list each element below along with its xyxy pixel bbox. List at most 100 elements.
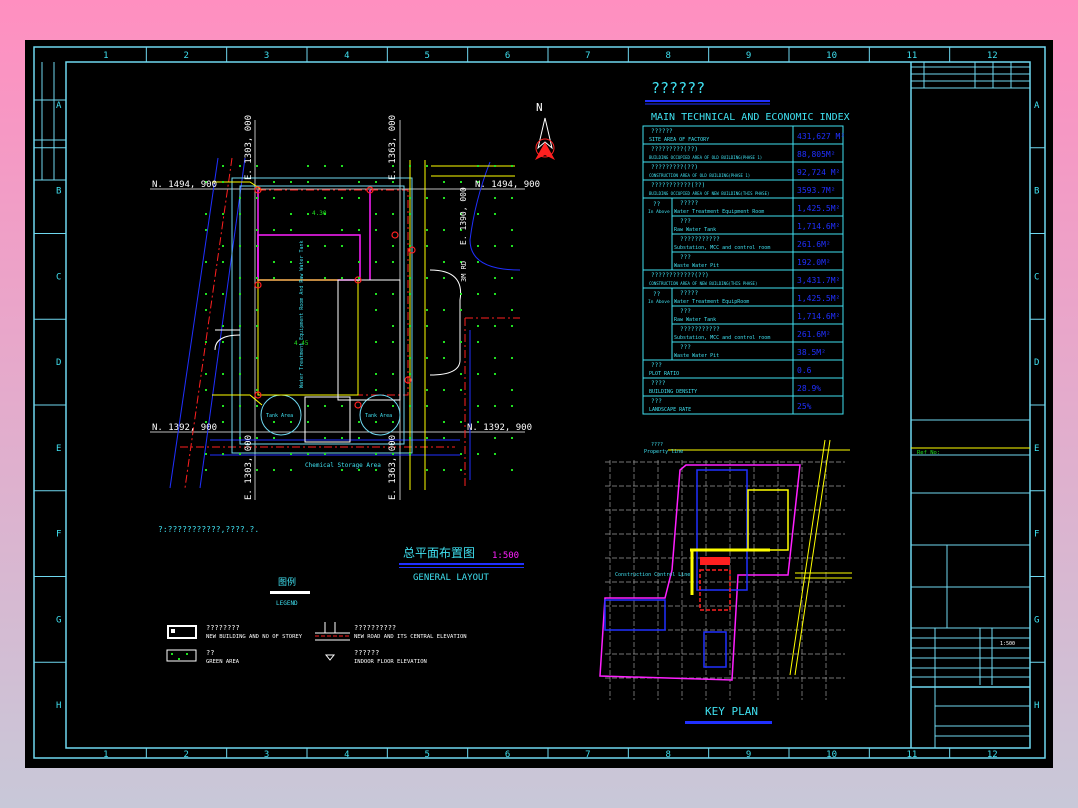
- key-plan-title: KEY PLAN: [705, 705, 758, 718]
- grid-e-right-bottom: E. 1363, 000: [388, 435, 398, 500]
- column-label-top: 2: [184, 51, 189, 61]
- green-area-mark: [477, 293, 479, 295]
- general-layout-scale: 1:500: [492, 551, 519, 561]
- index-row-cn: ??????: [651, 128, 673, 135]
- green-area-mark: [205, 389, 207, 391]
- green-area-mark: [324, 245, 326, 247]
- grid-e-left-bottom: E. 1303, 000: [244, 435, 254, 500]
- index-row-cn: ???: [651, 398, 662, 405]
- green-area-mark: [290, 181, 292, 183]
- green-area-mark: [256, 245, 258, 247]
- green-area-mark: [358, 229, 360, 231]
- green-area-mark: [307, 165, 309, 167]
- green-area-mark: [409, 373, 411, 375]
- row-label-left: H: [56, 701, 61, 711]
- green-area-mark: [375, 309, 377, 311]
- green-area-mark: [358, 469, 360, 471]
- column-label-top: 11: [907, 51, 918, 61]
- green-area-mark: [341, 437, 343, 439]
- green-area-mark: [205, 261, 207, 263]
- row-label-right: A: [1034, 101, 1040, 111]
- index-row-value: 1,714.6M²: [797, 222, 840, 231]
- index-row-cn: ???????????: [680, 326, 720, 333]
- green-area-mark: [443, 389, 445, 391]
- row-label-right: F: [1034, 530, 1039, 540]
- green-area-mark: [511, 389, 513, 391]
- column-label-bottom: 12: [987, 750, 998, 760]
- green-area-mark: [477, 213, 479, 215]
- elevation-label: 4.30: [312, 210, 327, 217]
- green-area-mark: [239, 453, 241, 455]
- green-area-mark: [222, 421, 224, 423]
- column-label-top: 3: [264, 51, 269, 61]
- green-area-mark: [477, 405, 479, 407]
- tank-area-label-2: Tank Area: [365, 413, 392, 419]
- green-area-mark: [409, 357, 411, 359]
- index-row-cn: ???????????(??): [651, 182, 705, 189]
- green-area-mark: [511, 437, 513, 439]
- green-area-mark: [341, 277, 343, 279]
- column-label-bottom: 2: [184, 750, 189, 760]
- green-area-mark: [324, 197, 326, 199]
- green-area-mark: [239, 165, 241, 167]
- general-layout-cn: 总平面布置图: [403, 546, 475, 560]
- green-area-mark: [460, 293, 462, 295]
- green-area-mark: [375, 261, 377, 263]
- grid-e-road: E. 1390, 000: [459, 187, 468, 245]
- column-label-bottom: 9: [746, 750, 751, 760]
- index-row-cn: ?????????(??): [651, 146, 698, 153]
- index-row-value: 261.6M²: [797, 240, 831, 249]
- green-area-mark: [426, 245, 428, 247]
- index-title-en: MAIN TECHNICAL AND ECONOMIC INDEX: [651, 112, 850, 123]
- green-area-mark: [409, 277, 411, 279]
- green-area-mark: [222, 261, 224, 263]
- road-label: 3M RD: [460, 261, 468, 282]
- green-area-mark: [477, 165, 479, 167]
- green-area-mark: [460, 469, 462, 471]
- column-label-top: 1: [103, 51, 108, 61]
- green-area-mark: [341, 469, 343, 471]
- column-label-bottom: 3: [264, 750, 269, 760]
- north-label: N: [536, 101, 543, 114]
- green-area-mark: [443, 181, 445, 183]
- index-row-value: 1,714.6M²: [797, 312, 840, 321]
- column-label-bottom: 1: [103, 750, 108, 760]
- green-area-mark: [256, 357, 258, 359]
- index-row-value: 1,425.5M²: [797, 204, 840, 213]
- green-area-mark: [307, 181, 309, 183]
- legend-item-2-cn: ??: [206, 649, 214, 657]
- green-area-mark: [256, 389, 258, 391]
- green-area-mark: [256, 277, 258, 279]
- index-row-value: 431,627 M²: [797, 132, 845, 141]
- green-area-mark: [290, 261, 292, 263]
- column-label-bottom: 5: [425, 750, 430, 760]
- green-area-mark: [494, 165, 496, 167]
- green-area-mark: [307, 405, 309, 407]
- green-area-mark: [426, 405, 428, 407]
- green-area-mark: [477, 245, 479, 247]
- construction-line-label: Construction Control Line: [615, 572, 690, 578]
- green-area-mark: [273, 469, 275, 471]
- row-label-right: B: [1034, 187, 1039, 197]
- index-row-cn: ????: [651, 380, 666, 387]
- green-area-mark: [426, 325, 428, 327]
- green-area-mark: [290, 469, 292, 471]
- green-area-mark: [273, 197, 275, 199]
- green-area-mark: [409, 213, 411, 215]
- green-area-mark: [222, 213, 224, 215]
- green-area-mark: [443, 229, 445, 231]
- green-area-mark: [307, 245, 309, 247]
- property-line-label: Property line: [644, 449, 683, 455]
- green-area-mark: [222, 405, 224, 407]
- green-area-mark: [273, 437, 275, 439]
- row-label-right: C: [1034, 272, 1039, 282]
- row-label-left: G: [56, 615, 61, 625]
- green-area-mark: [426, 357, 428, 359]
- green-area-mark: [324, 405, 326, 407]
- green-area-mark: [222, 341, 224, 343]
- green-area-mark: [443, 309, 445, 311]
- index-row-cn: ???: [680, 344, 691, 351]
- green-area-mark: [409, 197, 411, 199]
- green-area-mark: [239, 293, 241, 295]
- row-label-right: G: [1034, 615, 1039, 625]
